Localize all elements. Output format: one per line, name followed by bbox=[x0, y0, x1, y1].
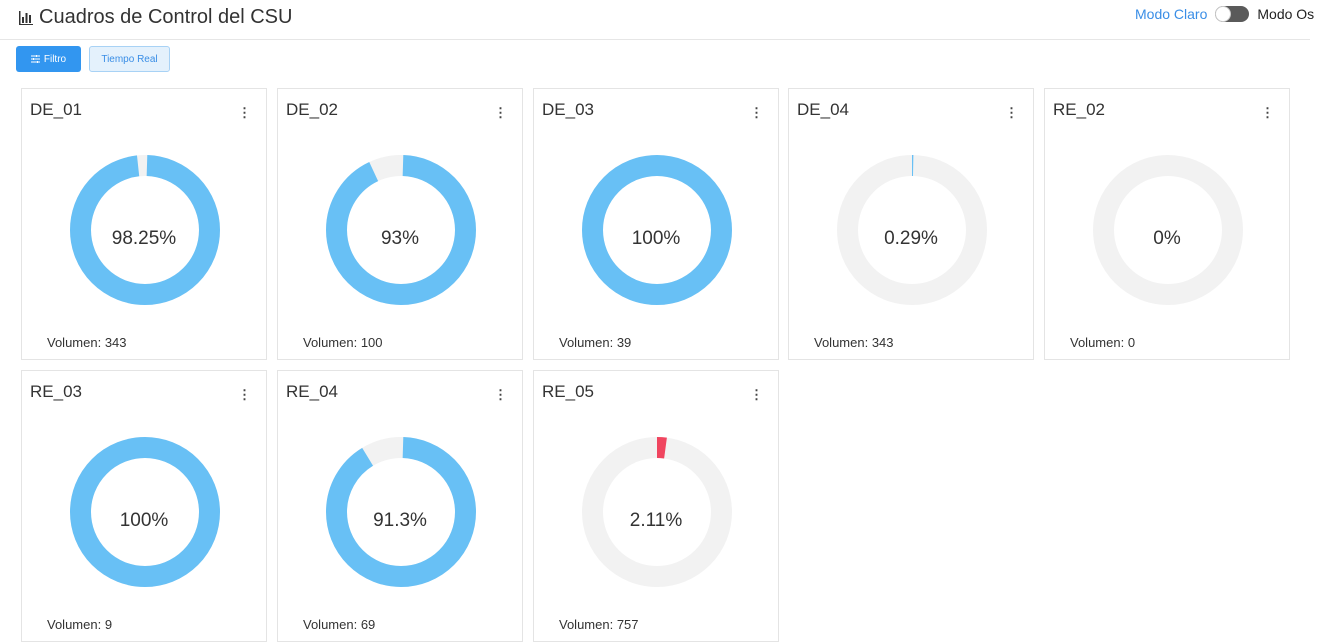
volume-label: Volumen: 39 bbox=[559, 335, 632, 350]
percent-label: 100% bbox=[631, 228, 681, 249]
theme-toggle[interactable] bbox=[1215, 6, 1250, 22]
more-vertical-icon[interactable]: ⋮ bbox=[1261, 105, 1274, 121]
more-vertical-icon[interactable]: ⋮ bbox=[238, 387, 251, 403]
percent-label: 91.3% bbox=[373, 510, 427, 531]
volume-label: Volumen: 9 bbox=[47, 617, 113, 632]
card-title: RE_02 bbox=[1053, 100, 1105, 119]
gauge-card: DE_04 ⋮ 0.29% Volumen: 343 bbox=[788, 88, 1034, 360]
gauge-card: RE_02 ⋮ 0% Volumen: 0 bbox=[1044, 88, 1290, 360]
dark-mode-label[interactable]: Modo Os bbox=[1257, 6, 1314, 22]
card-title: DE_04 bbox=[797, 100, 849, 119]
more-vertical-icon[interactable]: ⋮ bbox=[494, 387, 507, 403]
sliders-icon bbox=[30, 55, 40, 63]
light-mode-label[interactable]: Modo Claro bbox=[1135, 6, 1207, 22]
percent-label: 100% bbox=[119, 510, 169, 531]
card-title: RE_04 bbox=[286, 382, 338, 401]
volume-label: Volumen: 0 bbox=[1070, 335, 1136, 350]
gauge-card: RE_04 ⋮ 91.3% Volumen: 69 bbox=[277, 370, 523, 642]
more-vertical-icon[interactable]: ⋮ bbox=[238, 105, 251, 121]
card-title: RE_05 bbox=[542, 382, 594, 401]
gauge-card: RE_03 ⋮ 100% Volumen: 9 bbox=[21, 370, 267, 642]
percent-label: 93% bbox=[380, 228, 420, 249]
volume-label: Volumen: 343 bbox=[814, 335, 894, 350]
volume-label: Volumen: 343 bbox=[47, 335, 127, 350]
gauge-card: RE_05 ⋮ 2.11% Volumen: 757 bbox=[533, 370, 779, 642]
more-vertical-icon[interactable]: ⋮ bbox=[750, 105, 763, 121]
card-title: DE_03 bbox=[542, 100, 594, 119]
filter-button-label: Filtro bbox=[43, 53, 67, 65]
percent-label: 0.29% bbox=[884, 228, 938, 249]
realtime-button[interactable]: Tiempo Real bbox=[89, 46, 170, 72]
page-title: Cuadros de Control del CSU bbox=[19, 6, 292, 29]
percent-label: 0% bbox=[1153, 228, 1181, 249]
card-title: DE_02 bbox=[286, 100, 338, 119]
gauge-card: DE_02 ⋮ 93% Volumen: 100 bbox=[277, 88, 523, 360]
card-title: DE_01 bbox=[30, 100, 82, 119]
more-vertical-icon[interactable]: ⋮ bbox=[750, 387, 763, 403]
volume-label: Volumen: 69 bbox=[303, 617, 376, 632]
bar-chart-icon bbox=[19, 10, 33, 25]
theme-switcher: Modo Claro Modo Os bbox=[1135, 6, 1314, 22]
top-bar: Cuadros de Control del CSU Modo Claro Mo… bbox=[0, 0, 1314, 40]
gauge-card: DE_03 ⋮ 100% Volumen: 39 bbox=[533, 88, 779, 360]
percent-label: 98.25% bbox=[111, 228, 177, 249]
more-vertical-icon[interactable]: ⋮ bbox=[1005, 105, 1018, 121]
gauge-card: DE_01 ⋮ 98.25% Volumen: 343 bbox=[21, 88, 267, 360]
volume-label: Volumen: 100 bbox=[303, 335, 383, 350]
realtime-button-label: Tiempo Real bbox=[101, 53, 158, 65]
filter-button[interactable]: Filtro bbox=[16, 46, 81, 72]
more-vertical-icon[interactable]: ⋮ bbox=[494, 105, 507, 121]
page-title-text: Cuadros de Control del CSU bbox=[39, 6, 293, 28]
toggle-knob bbox=[1215, 6, 1232, 22]
volume-label: Volumen: 757 bbox=[559, 617, 639, 632]
card-title: RE_03 bbox=[30, 382, 82, 401]
percent-label: 2.11% bbox=[629, 510, 683, 531]
